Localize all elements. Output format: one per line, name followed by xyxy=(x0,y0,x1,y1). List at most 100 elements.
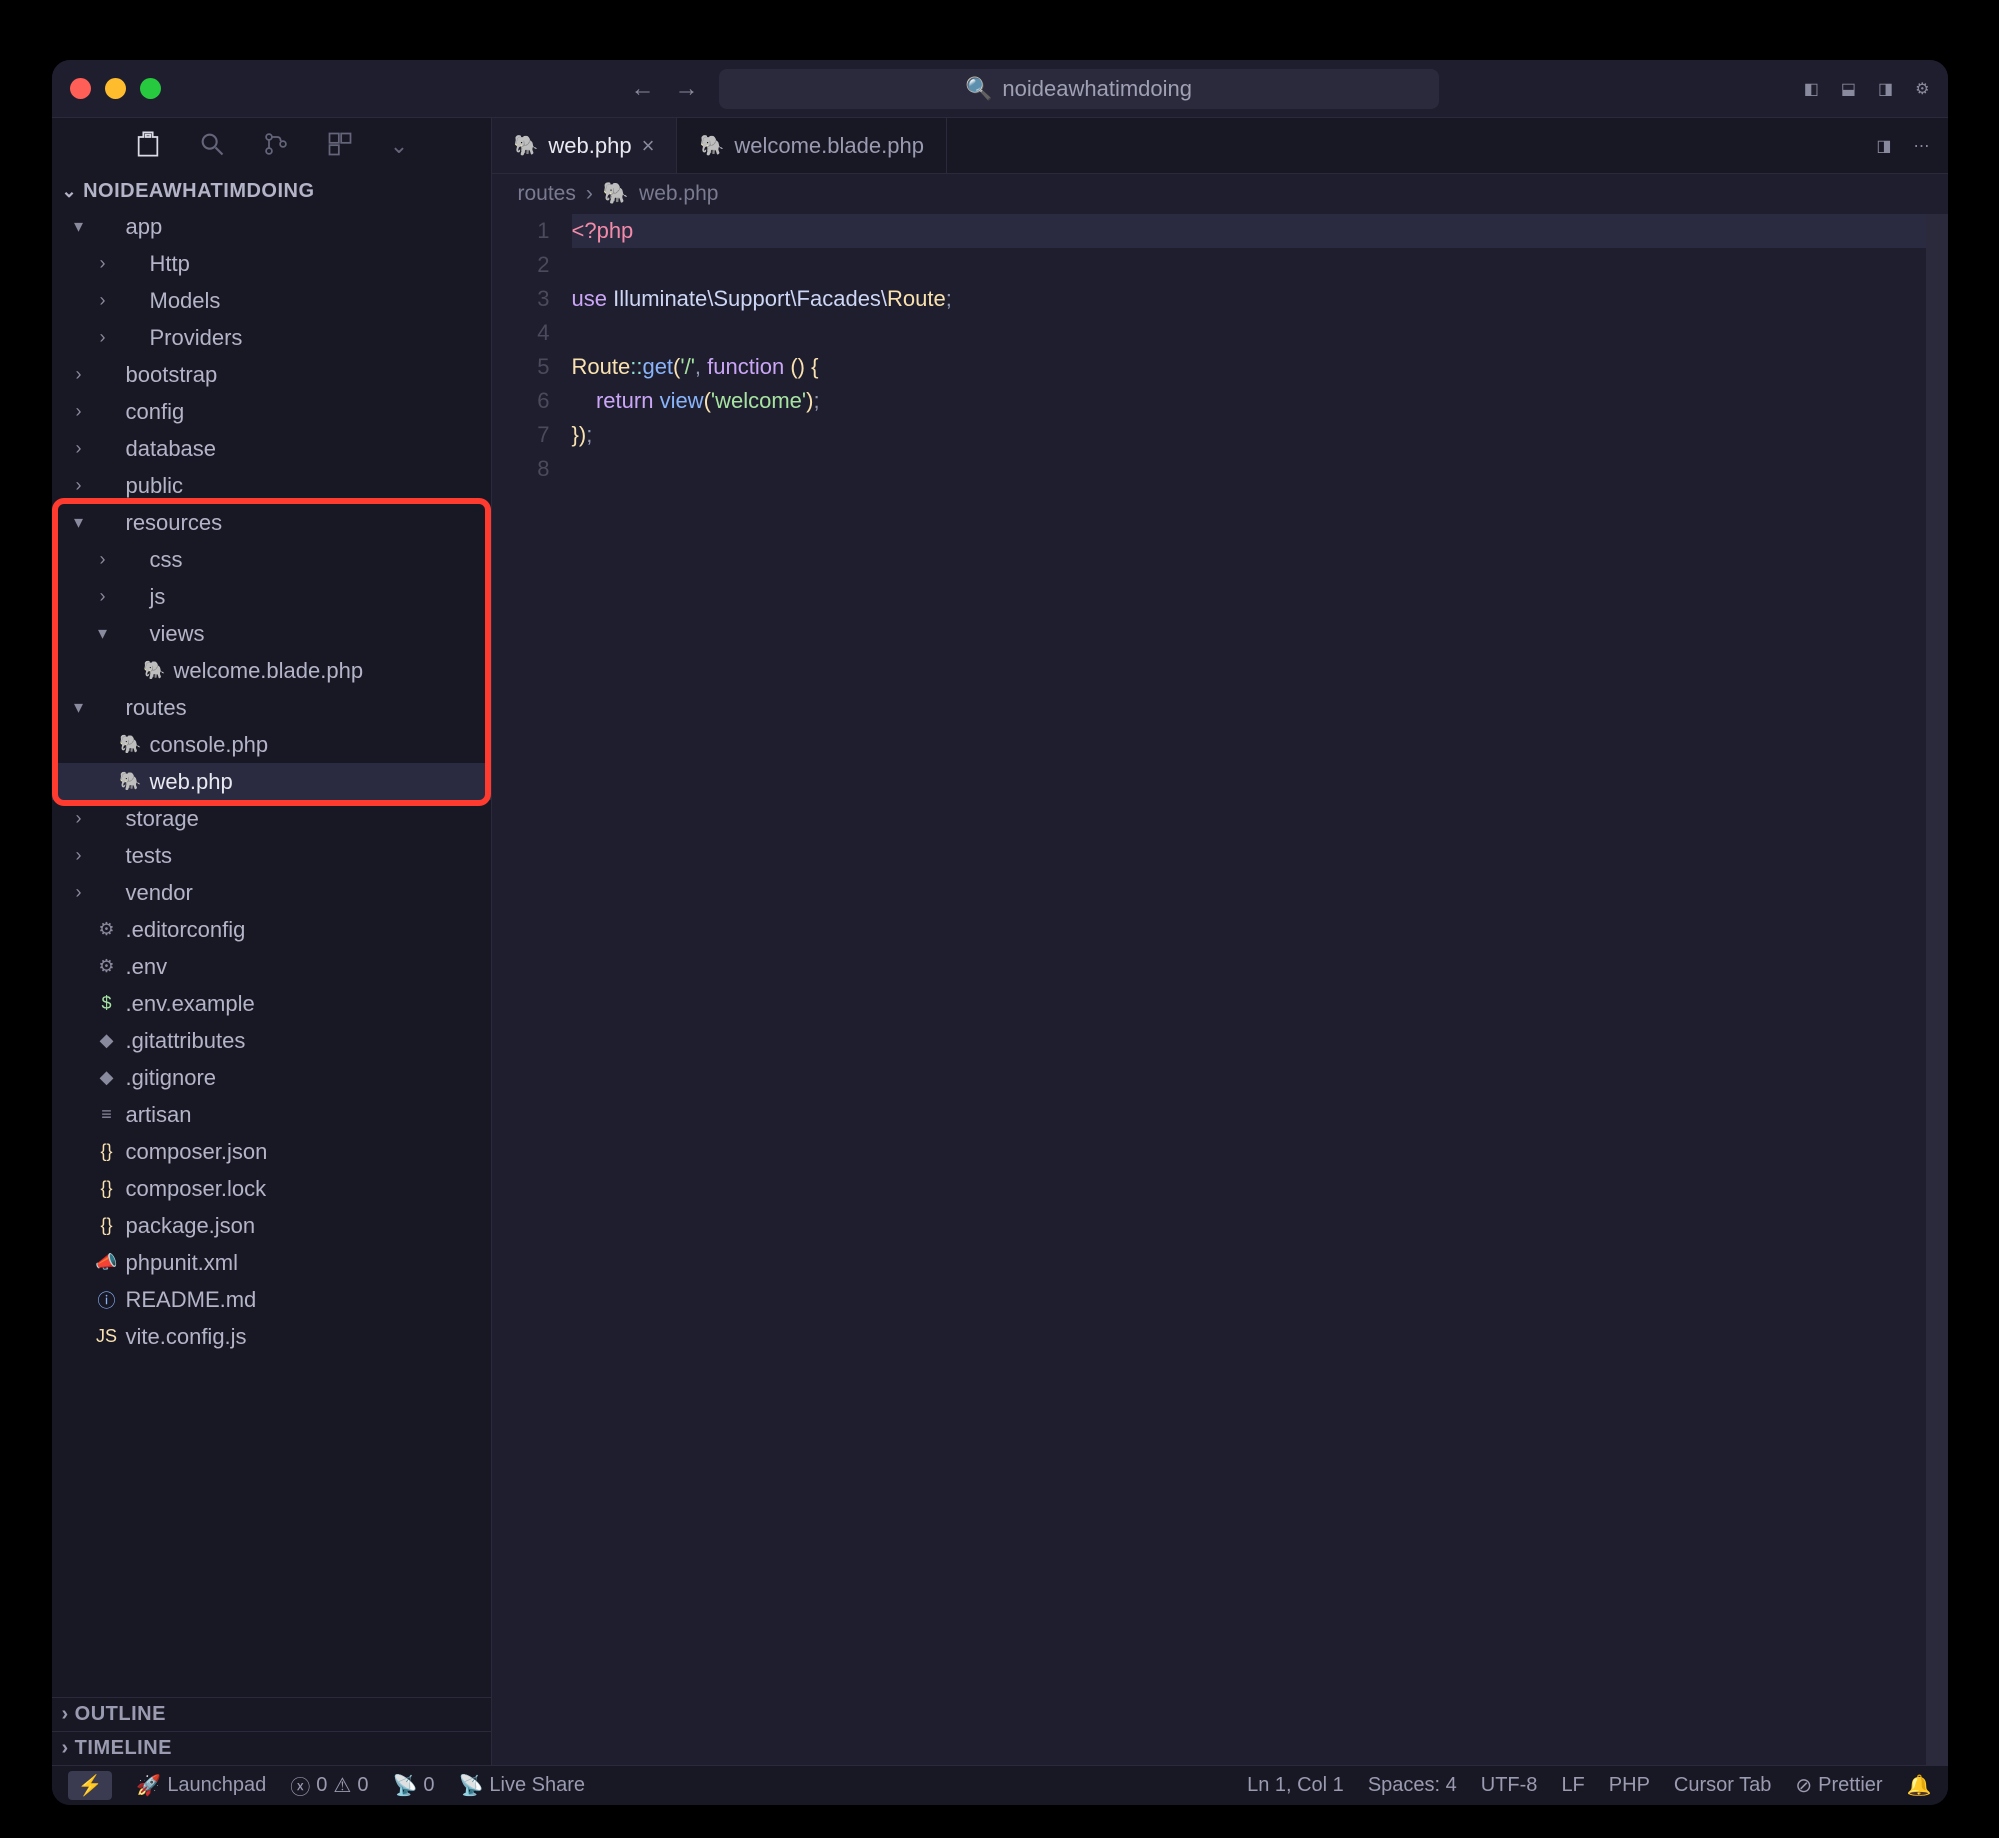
code-line[interactable]: Route::get('/', function () { xyxy=(572,350,1926,384)
launchpad-item[interactable]: 🚀 Launchpad xyxy=(136,1773,266,1798)
file-item[interactable]: 🐘web.php xyxy=(52,763,491,800)
folder-item[interactable]: ›vendor xyxy=(52,874,491,911)
folder-icon xyxy=(96,808,118,830)
tree-item-label: .editorconfig xyxy=(126,917,246,943)
language-item[interactable]: PHP xyxy=(1609,1774,1650,1797)
chevron-icon: › xyxy=(94,253,112,274)
folder-item[interactable]: ▾app xyxy=(52,208,491,245)
tree-item-label: resources xyxy=(126,510,223,536)
outline-section[interactable]: › OUTLINE xyxy=(52,1697,491,1731)
chevron-icon: ▾ xyxy=(70,512,88,533)
folder-item[interactable]: ›storage xyxy=(52,800,491,837)
file-item[interactable]: {}composer.json xyxy=(52,1133,491,1170)
encoding-item[interactable]: UTF-8 xyxy=(1481,1774,1538,1797)
command-center[interactable]: 🔍 noideawhatimdoing xyxy=(719,69,1439,109)
nav-arrows: ← → xyxy=(631,75,699,103)
code-line[interactable] xyxy=(572,316,1926,350)
file-item[interactable]: ◆.gitattributes xyxy=(52,1022,491,1059)
folder-item[interactable]: ›js xyxy=(52,578,491,615)
file-item[interactable]: ⓘREADME.md xyxy=(52,1281,491,1318)
layout-panel-icon[interactable]: ⬓ xyxy=(1841,79,1856,99)
file-item[interactable]: {}package.json xyxy=(52,1207,491,1244)
command-center-title: noideawhatimdoing xyxy=(1002,76,1192,102)
tree-item-label: database xyxy=(126,436,217,462)
code-line[interactable] xyxy=(572,248,1926,282)
file-item[interactable]: {}composer.lock xyxy=(52,1170,491,1207)
remote-indicator[interactable]: ⚡ xyxy=(68,1771,113,1800)
file-item[interactable]: ⚙ .editorconfig xyxy=(52,911,491,948)
timeline-section[interactable]: › TIMELINE xyxy=(52,1731,491,1765)
php-icon: 🐘 xyxy=(144,660,166,682)
notifications-icon[interactable]: 🔔 xyxy=(1907,1773,1932,1798)
line-number: 3 xyxy=(492,282,550,316)
layout-secondary-icon[interactable]: ◨ xyxy=(1878,79,1893,99)
dollar-icon: $ xyxy=(96,993,118,1015)
folder-item[interactable]: › database xyxy=(52,430,491,467)
split-editor-icon[interactable]: ◨ xyxy=(1876,136,1891,156)
nav-forward-icon[interactable]: → xyxy=(675,75,699,103)
code-line[interactable]: use Illuminate\Support\Facades\Route; xyxy=(572,282,1926,316)
cursor-position[interactable]: Ln 1, Col 1 xyxy=(1247,1774,1344,1797)
chevron-icon: › xyxy=(94,290,112,311)
folder-item[interactable]: ▾ resources xyxy=(52,504,491,541)
gear-icon: ⚙ xyxy=(96,919,118,941)
prettier-item[interactable]: ⊘ Prettier xyxy=(1795,1773,1882,1798)
chevron-icon: ▾ xyxy=(94,623,112,644)
minimap[interactable] xyxy=(1926,214,1948,1765)
source-control-tab-icon[interactable] xyxy=(262,130,290,163)
maximize-window-button[interactable] xyxy=(140,78,161,99)
file-item[interactable]: ≡artisan xyxy=(52,1096,491,1133)
code-line[interactable]: }); xyxy=(572,418,1926,452)
code-content[interactable]: <?php use Illuminate\Support\Facades\Rout… xyxy=(572,214,1926,1765)
problems-item[interactable]: ⓧ 0 ⚠ 0 xyxy=(290,1771,368,1800)
layout-primary-icon[interactable]: ◧ xyxy=(1804,79,1819,99)
folder-item[interactable]: ▾views xyxy=(52,615,491,652)
eol-item[interactable]: LF xyxy=(1561,1774,1584,1797)
editor-tab[interactable]: 🐘welcome.blade.php xyxy=(677,118,946,173)
minimize-window-button[interactable] xyxy=(105,78,126,99)
tree-item-label: welcome.blade.php xyxy=(174,658,364,684)
file-item[interactable]: 🐘console.php xyxy=(52,726,491,763)
ports-item[interactable]: 📡 0 xyxy=(392,1773,434,1798)
file-item[interactable]: 📣phpunit.xml xyxy=(52,1244,491,1281)
code-line[interactable]: return view('welcome'); xyxy=(572,384,1926,418)
extensions-tab-icon[interactable] xyxy=(326,130,354,163)
code-line[interactable] xyxy=(572,452,1926,486)
chevron-icon: › xyxy=(94,549,112,570)
folder-item[interactable]: ›public xyxy=(52,467,491,504)
file-item[interactable]: 🐘 welcome.blade.php xyxy=(52,652,491,689)
folder-item[interactable]: ›Http xyxy=(52,245,491,282)
more-actions-icon[interactable]: ⋯ xyxy=(1914,136,1930,156)
folder-item[interactable]: ›Models xyxy=(52,282,491,319)
tab-label: welcome.blade.php xyxy=(734,133,924,159)
breadcrumb[interactable]: routes › 🐘 web.php xyxy=(492,174,1948,214)
chevron-down-icon[interactable]: ⌄ xyxy=(390,133,408,159)
project-header[interactable]: ⌄ NOIDEAWHATIMDOING xyxy=(52,174,491,208)
nav-back-icon[interactable]: ← xyxy=(631,75,655,103)
folder-item[interactable]: ›Providers xyxy=(52,319,491,356)
folder-item[interactable]: ›config xyxy=(52,393,491,430)
folder-item[interactable]: ›tests xyxy=(52,837,491,874)
folder-item[interactable]: ›css xyxy=(52,541,491,578)
file-item[interactable]: ⚙.env xyxy=(52,948,491,985)
editor-tab[interactable]: 🐘web.php× xyxy=(492,118,678,173)
cursor-tab-item[interactable]: Cursor Tab xyxy=(1674,1774,1771,1797)
chevron-icon: › xyxy=(70,438,88,459)
tab-label: web.php xyxy=(548,133,631,159)
code-editor[interactable]: 12345678 <?phpuse Illuminate\Support\Fac… xyxy=(492,214,1948,1765)
folder-item[interactable]: ›bootstrap xyxy=(52,356,491,393)
file-item[interactable]: ◆.gitignore xyxy=(52,1059,491,1096)
search-tab-icon[interactable] xyxy=(198,130,226,163)
explorer-tab-icon[interactable] xyxy=(134,130,162,163)
code-line[interactable]: <?php xyxy=(572,214,1926,248)
file-tree[interactable]: ▾app›Http›Models›Providers›bootstrap›con… xyxy=(52,208,491,1697)
close-window-button[interactable] xyxy=(70,78,91,99)
liveshare-item[interactable]: 📡 Live Share xyxy=(459,1773,586,1798)
file-item[interactable]: $.env.example xyxy=(52,985,491,1022)
file-item[interactable]: JSvite.config.js xyxy=(52,1318,491,1355)
folder-item[interactable]: ▾routes xyxy=(52,689,491,726)
git-icon: ◆ xyxy=(96,1067,118,1089)
indentation-item[interactable]: Spaces: 4 xyxy=(1368,1774,1457,1797)
close-tab-icon[interactable]: × xyxy=(642,133,655,159)
settings-gear-icon[interactable]: ⚙ xyxy=(1915,79,1929,99)
